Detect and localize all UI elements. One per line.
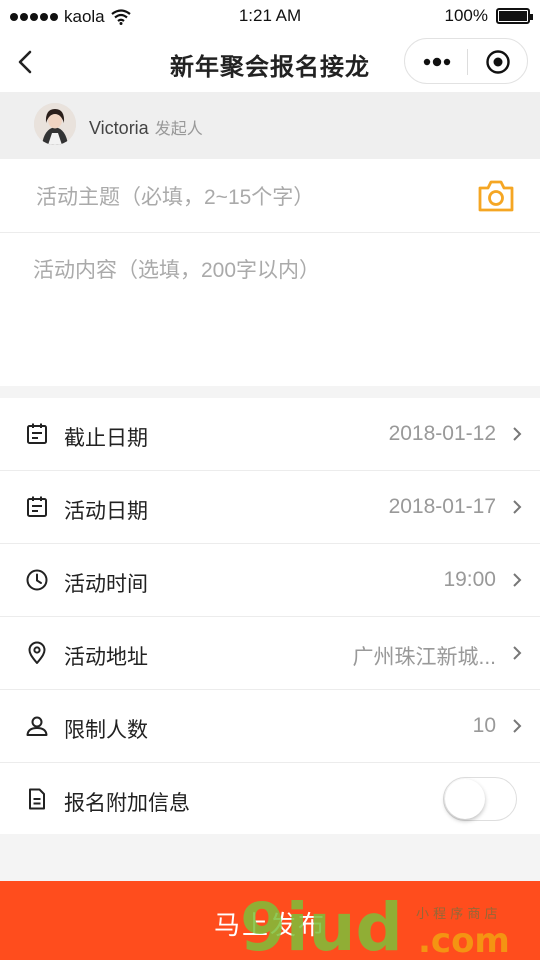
capsule-divider <box>467 49 468 75</box>
row-label: 报名附加信息 <box>64 792 190 815</box>
row-people-limit[interactable]: 限制人数 10 <box>0 690 540 763</box>
nav-bar: 新年聚会报名接龙 <box>0 32 540 92</box>
row-deadline-date[interactable]: 截止日期 2018-01-12 <box>0 398 540 471</box>
more-options-icon[interactable] <box>421 52 453 72</box>
initiator-role: 发起人 <box>154 121 203 138</box>
avatar <box>34 103 76 145</box>
row-event-address[interactable]: 活动地址 广州珠江新城... <box>0 617 540 690</box>
chevron-right-icon <box>513 500 522 514</box>
calendar-icon <box>27 496 47 517</box>
clock-icon <box>26 569 48 591</box>
row-value: 19:00 <box>443 568 496 591</box>
row-value: 2018-01-17 <box>388 495 496 518</box>
document-icon <box>29 788 45 810</box>
content-input[interactable]: 活动内容（选填，200字以内） <box>33 254 320 284</box>
people-icon <box>26 716 48 736</box>
row-value: 2018-01-12 <box>388 422 496 445</box>
row-label: 活动地址 <box>64 646 148 669</box>
status-bar: kaola 1:21 AM 100% <box>0 0 540 32</box>
row-event-time[interactable]: 活动时间 19:00 <box>0 544 540 617</box>
row-label: 限制人数 <box>64 719 148 742</box>
chevron-right-icon <box>513 719 522 733</box>
calendar-icon <box>27 423 47 444</box>
divider <box>0 232 540 233</box>
battery-icon <box>496 8 533 24</box>
chevron-right-icon <box>513 573 522 587</box>
initiator-name: Victoria <box>89 118 149 138</box>
row-event-date[interactable]: 活动日期 2018-01-17 <box>0 471 540 544</box>
chevron-right-icon <box>513 646 522 660</box>
row-label: 截止日期 <box>64 427 148 450</box>
row-value: 广州珠江新城... <box>352 646 496 669</box>
battery-percent: 100% <box>444 6 488 25</box>
event-form: 活动主题（必填，2~15个字） 活动内容（选填，200字以内） <box>0 159 540 386</box>
event-settings-list: 截止日期 2018-01-12 活动日期 2018-01-17 活动时间 19:… <box>0 398 540 834</box>
chevron-right-icon <box>513 427 522 441</box>
camera-icon[interactable] <box>476 178 516 214</box>
mini-program-capsule <box>404 38 528 84</box>
toggle-knob <box>445 779 485 819</box>
location-pin-icon <box>28 641 46 664</box>
initiator-bar: Victoria 发起人 <box>0 92 540 159</box>
row-label: 活动时间 <box>64 573 148 596</box>
publish-button[interactable]: 马上发布 <box>0 881 540 960</box>
topic-input[interactable]: 活动主题（必填，2~15个字） <box>36 181 314 211</box>
close-target-icon[interactable] <box>485 49 511 75</box>
row-extra-info: 报名附加信息 <box>0 763 540 836</box>
row-label: 活动日期 <box>64 500 148 523</box>
row-value: 10 <box>472 714 496 737</box>
extra-info-toggle[interactable] <box>443 777 517 821</box>
